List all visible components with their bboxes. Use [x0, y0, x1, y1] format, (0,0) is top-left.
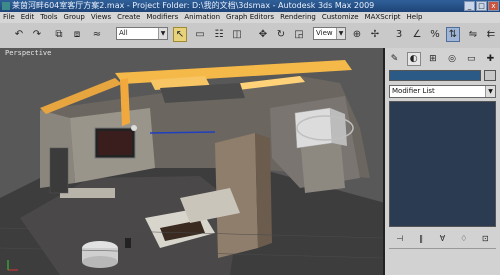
menu-file[interactable]: File [0, 12, 18, 23]
menu-customize[interactable]: Customize [319, 12, 362, 23]
redo-icon[interactable]: ↷ [30, 27, 44, 42]
modify-tab-icon[interactable]: ◐ [406, 52, 421, 66]
snap-toggle-icon[interactable]: 3 [392, 27, 406, 42]
menu-create[interactable]: Create [114, 12, 143, 23]
menu-bar: File Edit Tools Group Views Create Modif… [0, 12, 500, 23]
angle-snap-icon[interactable]: ∠ [410, 27, 424, 42]
menu-graph-editors[interactable]: Graph Editors [223, 12, 277, 23]
link-icon[interactable]: ⧉ [52, 27, 66, 42]
pivot-icon[interactable]: ⊕ [350, 27, 364, 42]
menu-animation[interactable]: Animation [181, 12, 223, 23]
show-end-result-icon[interactable]: ‖ [414, 232, 428, 244]
scene-render [0, 48, 383, 275]
menu-tools[interactable]: Tools [37, 12, 60, 23]
command-panel-tabs: ✎ ◐ ⊞ ◎ ▭ ✚ [385, 50, 500, 68]
pin-stack-icon[interactable]: ⊣ [393, 232, 407, 244]
window-crossing-icon[interactable]: ◫ [230, 27, 244, 42]
display-tab-icon[interactable]: ▭ [464, 52, 478, 66]
maximize-button[interactable]: □ [476, 1, 487, 11]
command-panel: ✎ ◐ ⊞ ◎ ▭ ✚ Modifier List ▼ ⊣ ‖ ∀ ♢ ⊡ [385, 48, 500, 275]
make-unique-icon[interactable]: ∀ [435, 232, 449, 244]
scale-icon[interactable]: ◲ [292, 27, 306, 42]
window-title: 莱茵河畔604室客厅方案2.max - Project Folder: D:\我… [12, 1, 375, 10]
menu-rendering[interactable]: Rendering [277, 12, 319, 23]
utilities-tab-icon[interactable]: ✚ [483, 52, 497, 66]
chevron-down-icon: ▼ [336, 28, 345, 39]
select-by-name-icon[interactable]: ☷ [212, 27, 226, 42]
undo-icon[interactable]: ↶ [12, 27, 26, 42]
mirror-icon[interactable]: ⇋ [466, 27, 480, 42]
align-icon[interactable]: ⇇ [484, 27, 498, 42]
menu-maxscript[interactable]: MAXScript [362, 12, 404, 23]
object-name-field[interactable] [389, 70, 481, 81]
app-icon [2, 2, 10, 10]
unlink-icon[interactable]: ⧈ [70, 27, 84, 42]
select-object-icon[interactable]: ↖ [173, 27, 187, 42]
chevron-down-icon: ▼ [158, 28, 167, 39]
select-region-icon[interactable]: ▭ [193, 27, 207, 42]
modifier-stack[interactable] [389, 101, 496, 227]
bind-spacewarp-icon[interactable]: ≈ [90, 27, 104, 42]
percent-snap-icon[interactable]: % [428, 27, 442, 42]
create-tab-icon[interactable]: ✎ [388, 52, 402, 66]
menu-group[interactable]: Group [61, 12, 88, 23]
reference-coord-dropdown[interactable]: View ▼ [313, 27, 346, 40]
menu-views[interactable]: Views [88, 12, 114, 23]
minimize-button[interactable]: _ [464, 1, 475, 11]
rollout-area [389, 248, 496, 273]
move-icon[interactable]: ✥ [256, 27, 270, 42]
stack-buttons: ⊣ ‖ ∀ ♢ ⊡ [389, 231, 496, 245]
modifier-list-dropdown[interactable]: Modifier List ▼ [389, 85, 496, 98]
close-button[interactable]: x [488, 1, 499, 11]
selection-filter-value: All [119, 29, 128, 37]
rotate-icon[interactable]: ↻ [274, 27, 288, 42]
spinner-snap-icon[interactable]: ⇅ [446, 27, 460, 42]
coord-system-value: View [316, 29, 333, 37]
object-color-swatch[interactable] [484, 70, 496, 81]
menu-modifiers[interactable]: Modifiers [143, 12, 181, 23]
menu-edit[interactable]: Edit [18, 12, 38, 23]
manipulate-icon[interactable]: ✢ [368, 27, 382, 42]
remove-modifier-icon[interactable]: ♢ [457, 232, 471, 244]
hierarchy-tab-icon[interactable]: ⊞ [426, 52, 440, 66]
title-bar: 莱茵河畔604室客厅方案2.max - Project Folder: D:\我… [0, 0, 500, 12]
perspective-viewport[interactable]: Perspective [0, 48, 385, 275]
modifier-list-label: Modifier List [392, 87, 435, 95]
menu-help[interactable]: Help [404, 12, 426, 23]
viewport-label[interactable]: Perspective [5, 49, 51, 57]
chevron-down-icon: ▼ [485, 86, 495, 97]
selection-filter-dropdown[interactable]: All ▼ [116, 27, 168, 40]
main-toolbar: ↶ ↷ ⧉ ⧈ ≈ All ▼ ↖ ▭ ☷ ◫ ✥ ↻ ◲ View ▼ ⊕ ✢… [0, 23, 500, 49]
configure-sets-icon[interactable]: ⊡ [478, 232, 492, 244]
motion-tab-icon[interactable]: ◎ [445, 52, 459, 66]
